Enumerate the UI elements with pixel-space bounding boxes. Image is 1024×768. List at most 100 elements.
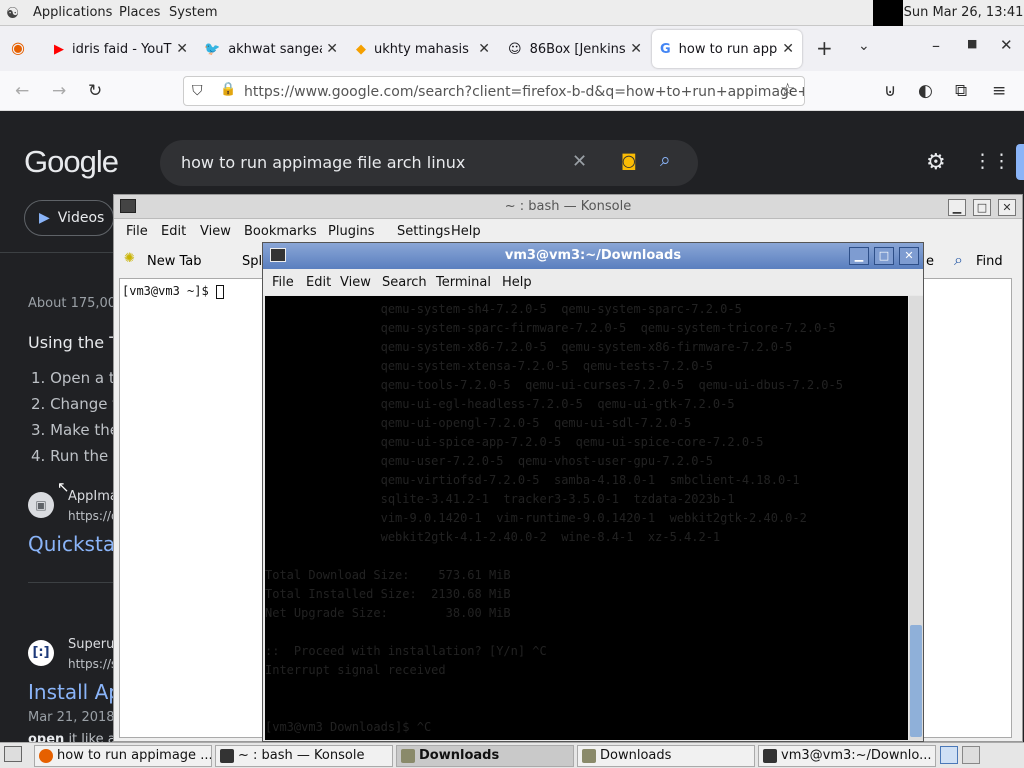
extensions-icon[interactable]: ⧉ [955,81,967,101]
menu-help[interactable]: Help [451,224,481,239]
scrollbar-thumb[interactable] [910,625,922,737]
menu-help[interactable]: Help [502,275,532,290]
terminal-title: vm3@vm3:~/Downloads [504,248,682,263]
tab-google-search[interactable]: G how to run app ✕ [652,30,802,68]
new-tab-icon[interactable]: ✺ [124,251,135,266]
terminal-line: qemu-ui-spice-app-7.2.0-5 qemu-ui-spice-… [265,435,764,449]
close-icon[interactable]: ✕ [899,247,919,265]
result-2-site[interactable]: Superu [68,637,114,652]
chevron-down-icon[interactable]: ⌄ [858,38,870,54]
menu-settings[interactable]: Settings [397,224,450,239]
menu-file[interactable]: File [272,275,294,290]
tab-ukhty[interactable]: ◆ ukhty mahasis ✕ [348,30,498,68]
play-icon: ▶ [39,210,50,226]
close-tab-icon[interactable]: ✕ [176,41,188,57]
hamburger-menu-icon[interactable]: ≡ [992,81,1006,101]
places-menu[interactable]: Places [119,5,160,20]
taskbar-item-konsole[interactable]: ~ : bash — Konsole [215,745,393,767]
close-tab-icon[interactable]: ✕ [782,41,794,57]
terminal-titlebar[interactable]: vm3@vm3:~/Downloads ▁ □ ✕ [263,243,923,269]
minimize-icon[interactable]: ▁ [948,199,966,216]
workspace-1[interactable] [940,746,958,764]
taskbar-item-downloads-active[interactable]: Downloads [396,745,574,767]
forward-icon[interactable]: → [52,81,66,101]
tab-label: how to run app [678,41,778,57]
new-tab-icon[interactable]: + [816,36,833,60]
close-tab-icon[interactable]: ✕ [326,41,338,57]
system-menu[interactable]: System [169,5,217,20]
shield-icon[interactable]: ⛉ [192,83,203,99]
apps-grid-icon[interactable]: ⋮⋮ [973,150,1011,172]
result-1-url[interactable]: https://d [68,509,119,523]
result-2-title-link[interactable]: Install Ap [28,680,121,704]
workspace-2[interactable] [962,746,980,764]
menu-edit[interactable]: Edit [161,224,186,239]
menu-plugins[interactable]: Plugins [328,224,375,239]
terminal-line: sqlite-3.41.2-1 tracker3-3.5.0-1 tzdata-… [265,492,735,506]
maximize-icon[interactable]: □ [874,247,894,265]
find-icon[interactable]: ⌕ [954,250,963,270]
minimize-icon[interactable]: – [932,36,940,55]
search-input[interactable]: how to run appimage file arch linux ✕ ◙ … [160,140,698,186]
menu-bookmarks[interactable]: Bookmarks [244,224,317,239]
show-desktop-icon[interactable] [4,746,22,762]
google-icon: G [660,41,671,57]
terminal-line: qemu-system-x86-7.2.0-5 qemu-system-x86-… [265,340,793,354]
taskbar-label: how to run appimage ... [57,748,212,763]
taskbar-item-downloads[interactable]: Downloads [577,745,755,767]
tab-jenkins[interactable]: ☺ 86Box [Jenkins] ✕ [500,30,650,68]
close-tab-icon[interactable]: ✕ [630,41,642,57]
close-icon[interactable]: ✕ [998,199,1016,216]
distro-logo-icon[interactable]: ☯ [6,4,19,22]
menu-view[interactable]: View [200,224,231,239]
search-icon[interactable]: ⌕ [660,149,671,171]
gear-icon[interactable]: ⚙ [926,150,946,175]
firefox-icon[interactable]: ◉ [11,38,25,57]
account-icon[interactable]: ◐ [918,81,933,101]
applications-menu[interactable]: Applications [33,5,112,20]
result-1-site[interactable]: AppIma [68,489,118,504]
konsole-title: ~ : bash — Konsole [504,199,632,214]
tab-youtube[interactable]: ▶ idris faid - YouT ✕ [46,30,196,68]
close-window-icon[interactable]: ✕ [1000,36,1013,54]
videos-chip[interactable]: ▶ Videos [24,200,114,236]
menu-search[interactable]: Search [382,275,427,290]
tab-label: ukhty mahasis [374,41,469,57]
back-icon[interactable]: ← [15,81,29,101]
maximize-icon[interactable]: ■ [967,37,977,50]
terminal-line: Total Installed Size: 2130.68 MiB [265,587,511,601]
result-1-title-link[interactable]: Quickstar [28,532,123,556]
url-bar[interactable]: ⛉ 🔒 https://www.google.com/search?client… [183,76,805,106]
menu-view[interactable]: View [340,275,371,290]
menu-edit[interactable]: Edit [306,275,331,290]
tab-twitter[interactable]: 🐦 akhwat sangea ✕ [196,30,346,68]
result-2-date: Mar 21, 2018 [28,710,115,725]
terminal-output[interactable]: qemu-system-sh4-7.2.0-5 qemu-system-spar… [265,296,908,740]
videos-chip-label: Videos [57,210,105,226]
close-tab-icon[interactable]: ✕ [478,41,490,57]
split-view-button[interactable]: Spl [242,254,262,269]
menu-file[interactable]: File [126,224,148,239]
terminal-icon [763,749,777,763]
taskbar-item-firefox[interactable]: how to run appimage ... [34,745,212,767]
google-logo[interactable]: Google [24,144,119,180]
camera-icon[interactable]: ◙ [621,151,637,170]
find-button[interactable]: Find [976,254,1003,269]
step-3: 3. Make the [31,421,119,439]
minimize-icon[interactable]: ▁ [849,247,869,265]
reload-icon[interactable]: ↻ [88,81,102,101]
paste-button[interactable]: e [926,254,934,269]
menu-terminal[interactable]: Terminal [436,275,491,290]
pocket-icon[interactable]: ⊍ [884,81,896,101]
taskbar-item-terminal[interactable]: vm3@vm3:~/Downlo... [758,745,936,767]
new-tab-button[interactable]: New Tab [147,254,202,269]
maximize-icon[interactable]: □ [973,199,991,216]
konsole-titlebar[interactable]: ~ : bash — Konsole ▁ □ ✕ [114,195,1022,219]
terminal-line: qemu-ui-opengl-7.2.0-5 qemu-ui-sdl-7.2.0… [265,416,692,430]
sign-in-button[interactable] [1016,144,1024,180]
tab-label: idris faid - YouT [72,41,172,57]
lock-icon[interactable]: 🔒 [220,82,236,97]
clock[interactable]: Sun Mar 26, 13:41 [903,5,1024,20]
star-icon[interactable]: ☆ [780,80,795,100]
clear-search-icon[interactable]: ✕ [572,151,587,172]
